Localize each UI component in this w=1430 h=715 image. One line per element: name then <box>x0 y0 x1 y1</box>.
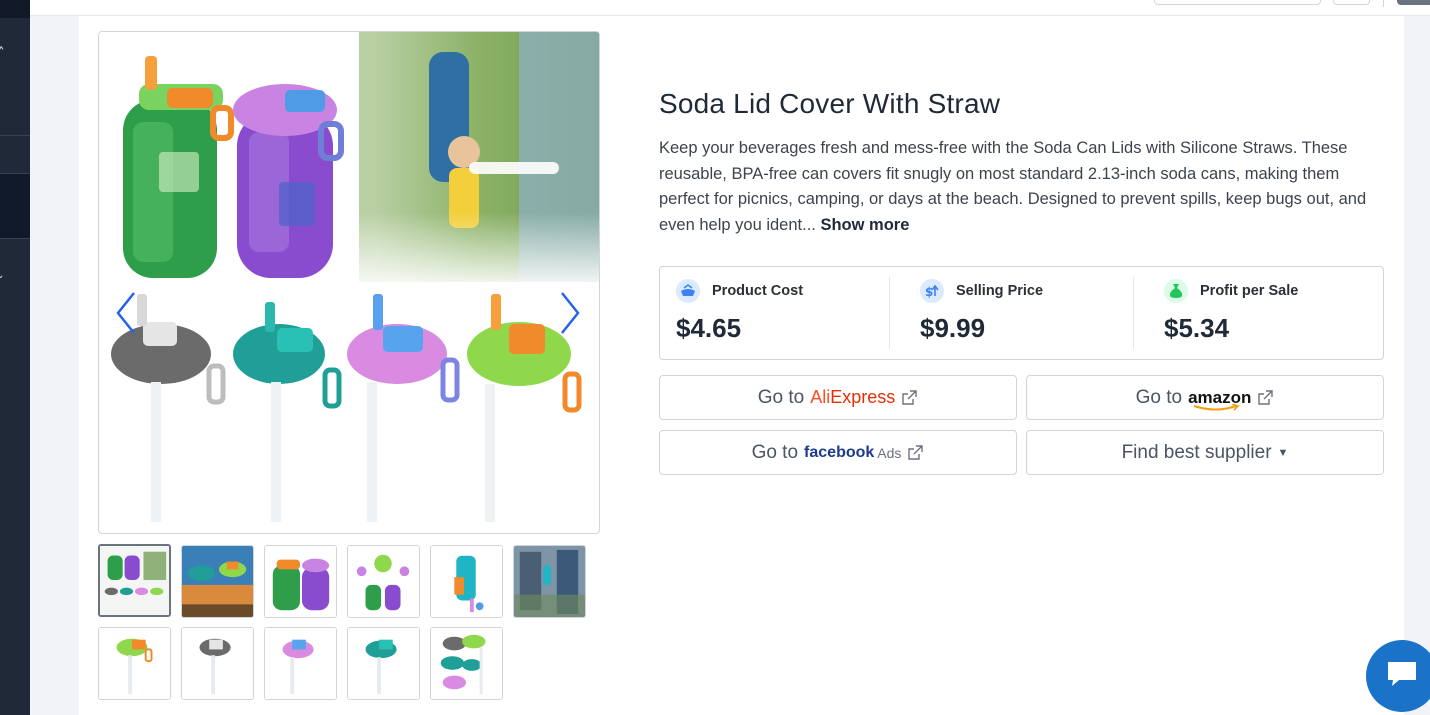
pricing-stats: Product Cost $4.65 $ Selling Price $9.99… <box>659 266 1384 360</box>
stat-label: Product Cost <box>712 283 804 299</box>
thumbnail-6[interactable] <box>513 545 586 618</box>
thumbnail-2[interactable] <box>181 545 254 618</box>
thumbnail-4[interactable] <box>347 545 420 618</box>
topbar-dropdown[interactable] <box>1154 0 1321 5</box>
button-label: Find best supplier <box>1121 441 1272 463</box>
sidebar-top <box>0 0 30 18</box>
amazon-logo: amazon <box>1188 388 1251 411</box>
facebook-logo: facebook <box>804 443 875 461</box>
svg-text:$: $ <box>925 285 933 298</box>
show-more-link[interactable]: Show more <box>820 216 909 234</box>
stat-profit: Profit per Sale $5.34 <box>1148 267 1390 359</box>
top-bar <box>30 0 1430 16</box>
thumbnail-1[interactable] <box>98 544 171 617</box>
stat-label: Profit per Sale <box>1200 283 1299 299</box>
chat-icon <box>1385 659 1419 694</box>
caret-down-icon: ▼ <box>1277 446 1289 459</box>
stat-selling-price: $ Selling Price $9.99 <box>904 267 1146 359</box>
button-label: Go to <box>1135 386 1183 408</box>
stat-label: Selling Price <box>956 283 1044 299</box>
topbar-divider <box>1383 0 1384 7</box>
thumbnail-11[interactable] <box>430 627 503 700</box>
button-label: Go to <box>757 386 805 408</box>
stat-product-cost: Product Cost $4.65 <box>660 267 902 359</box>
chat-widget-button[interactable] <box>1366 640 1430 712</box>
thumbnail-10[interactable] <box>347 627 420 700</box>
chevron-right-icon[interactable] <box>555 285 585 341</box>
app-sidebar: ˄ ˅ <box>0 0 30 715</box>
thumbnail-3[interactable] <box>264 545 337 618</box>
external-link-icon <box>901 389 918 406</box>
go-to-aliexpress-button[interactable]: Go to AliExpress <box>659 375 1017 420</box>
stat-divider <box>1133 277 1134 349</box>
topbar-avatar-button[interactable] <box>1397 0 1430 5</box>
sidebar-item-active[interactable] <box>0 173 30 239</box>
thumbnail-9[interactable] <box>264 627 337 700</box>
aliexpress-logo: AliExpress <box>810 387 896 407</box>
sidebar-divider <box>0 135 30 136</box>
product-description: Keep your beverages fresh and mess-free … <box>659 136 1389 238</box>
external-link-icon <box>1257 389 1274 406</box>
facebook-ads-label: Ads <box>877 444 902 461</box>
find-best-supplier-dropdown[interactable]: Find best supplier ▼ <box>1026 430 1384 475</box>
go-to-amazon-button[interactable]: Go to amazon <box>1026 375 1384 420</box>
button-label: Go to <box>751 441 799 463</box>
money-bag-icon <box>1164 279 1188 303</box>
thumbnail-7[interactable] <box>98 627 171 700</box>
product-main-image <box>98 31 600 534</box>
thumbnail-5[interactable] <box>430 545 503 618</box>
go-to-facebook-ads-button[interactable]: Go to facebook Ads <box>659 430 1017 475</box>
chevron-down-icon[interactable]: ˅ <box>0 274 4 287</box>
box-icon <box>676 279 700 303</box>
external-link-icon <box>907 444 924 461</box>
stat-value: $9.99 <box>920 313 986 343</box>
topbar-button[interactable] <box>1333 0 1370 5</box>
thumbnail-8[interactable] <box>181 627 254 700</box>
stat-value: $5.34 <box>1164 313 1230 343</box>
chevron-up-icon[interactable]: ˄ <box>0 46 5 61</box>
stat-value: $4.65 <box>676 313 742 343</box>
product-description-text: Keep your beverages fresh and mess-free … <box>659 139 1367 234</box>
product-title: Soda Lid Cover With Straw <box>659 88 1001 119</box>
stat-divider <box>889 277 890 349</box>
chevron-left-icon[interactable] <box>111 285 141 341</box>
price-up-icon: $ <box>920 279 944 303</box>
